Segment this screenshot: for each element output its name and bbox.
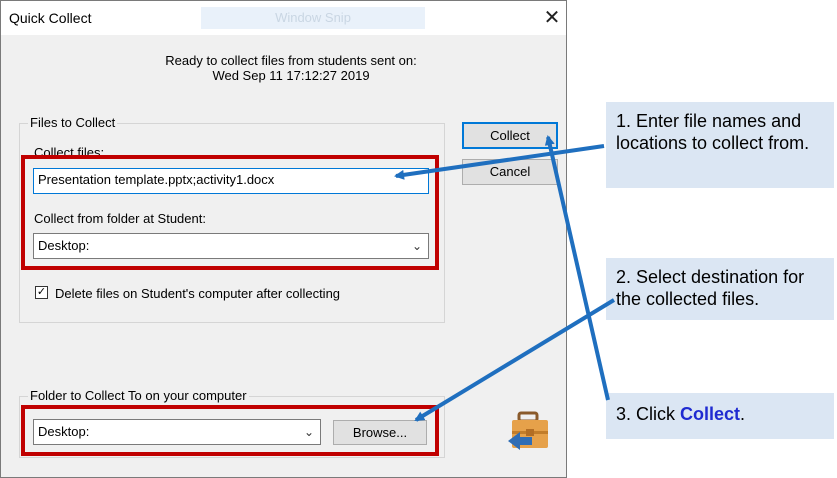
callout-3: 3. Click Collect. xyxy=(606,393,834,439)
callout-3-suffix: . xyxy=(740,404,746,424)
title-bar: Quick Collect Window Snip ✕ xyxy=(1,1,566,35)
status-line-1: Ready to collect files from students sen… xyxy=(165,53,417,68)
callout-1: 1. Enter file names and locations to col… xyxy=(606,102,834,188)
status-timestamp: Wed Sep 11 17:12:27 2019 xyxy=(212,68,370,83)
window-snip-ghost: Window Snip xyxy=(201,7,425,29)
window-title: Quick Collect xyxy=(9,10,92,26)
delete-files-checkbox[interactable]: ✓ xyxy=(35,286,48,299)
delete-files-label: Delete files on Student's computer after… xyxy=(55,286,341,301)
close-icon[interactable]: ✕ xyxy=(539,4,565,32)
destination-annotation-box xyxy=(21,405,439,456)
dest-group-legend: Folder to Collect To on your computer xyxy=(28,388,249,403)
callout-3-prefix: 3. Click xyxy=(616,404,681,424)
status-text: Ready to collect files from students sen… xyxy=(121,53,461,83)
files-group-legend: Files to Collect xyxy=(28,115,118,130)
cancel-button[interactable]: Cancel xyxy=(462,159,558,185)
callout-3-highlight: Collect xyxy=(680,404,741,424)
callout-2: 2. Select destination for the collected … xyxy=(606,258,834,320)
collect-button[interactable]: Collect xyxy=(462,122,558,149)
briefcase-arrow-icon xyxy=(508,411,548,450)
files-annotation-box xyxy=(21,155,439,270)
